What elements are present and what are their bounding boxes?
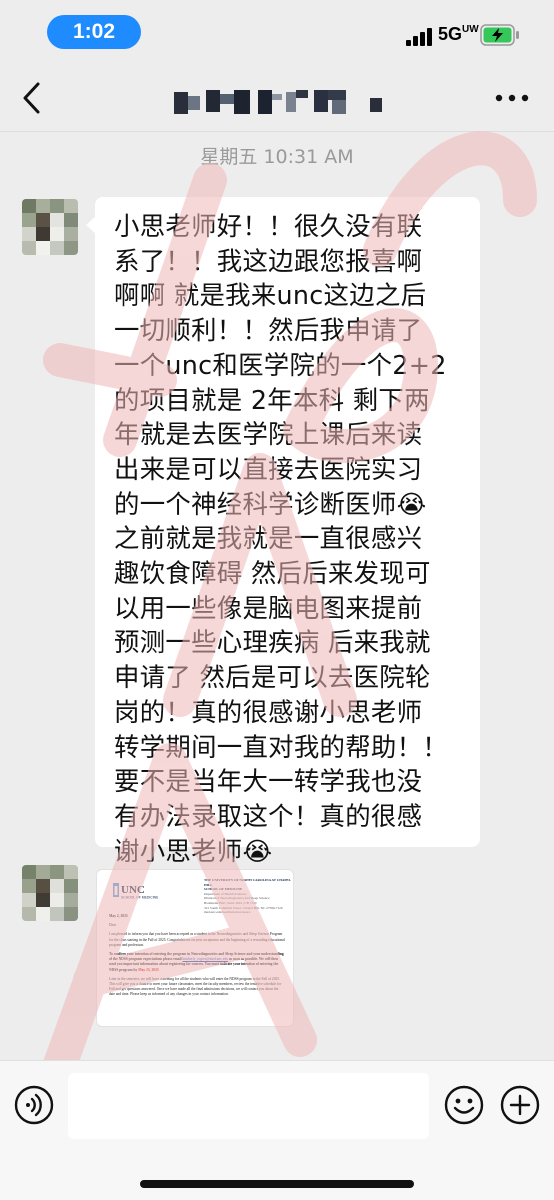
letter-salutation: Dear	[109, 923, 116, 928]
message-timestamp: 星期五 10:31 AM	[200, 146, 354, 168]
plus-icon[interactable]	[500, 1085, 540, 1125]
emoji-icon[interactable]	[444, 1085, 484, 1125]
home-indicator	[140, 1180, 414, 1188]
message-bubble-text[interactable]: 小思老师好！！很久没有联 系了！！我这边跟您报喜啊 啊啊 就是我来unc这边之后…	[95, 197, 480, 866]
letter-body: May 2, 2025 Dear I am pleased to inform …	[109, 914, 285, 1002]
letter-paragraph-2: To confirm your intention of entering th…	[109, 952, 284, 972]
status-bar: 1:02 5GUW	[0, 0, 554, 66]
header-divider	[0, 131, 554, 132]
chevron-left-icon[interactable]	[18, 78, 46, 118]
signal-strength-icon	[406, 28, 432, 46]
voice-icon[interactable]	[14, 1085, 54, 1125]
chat-header	[0, 66, 554, 132]
contact-name-pixelated	[174, 90, 382, 114]
unc-logo-text: UNC	[121, 884, 145, 896]
letter-letterhead: THE UNIVERSITY OF NORTH CAROLINA AT CHAP…	[204, 878, 292, 915]
acceptance-letter-image[interactable]: UNC SCHOOL OF MEDICINE THE UNIVERSITY OF…	[96, 869, 294, 1027]
unc-logo: UNC SCHOOL OF MEDICINE	[113, 883, 159, 900]
status-time: 1:02	[47, 15, 141, 49]
contact-avatar[interactable]	[22, 865, 78, 921]
network-indicator: 5GUW	[438, 24, 479, 44]
message-input[interactable]	[68, 1073, 429, 1139]
more-dots-icon[interactable]	[494, 92, 530, 104]
battery-charging-icon	[480, 24, 519, 46]
contact-avatar[interactable]	[22, 199, 78, 255]
letter-paragraph-3: Later in the semester, we will have a me…	[109, 976, 282, 997]
letter-date: May 2, 2025	[109, 914, 128, 918]
unc-logo-subtext: SCHOOL OF MEDICINE	[121, 896, 159, 900]
letterhead-line: THE UNIVERSITY OF NORTH CAROLINA AT CHAP…	[204, 878, 291, 887]
chat-input-bar	[0, 1060, 554, 1200]
letter-paragraph-1: I am pleased to inform you that you have…	[109, 932, 285, 947]
